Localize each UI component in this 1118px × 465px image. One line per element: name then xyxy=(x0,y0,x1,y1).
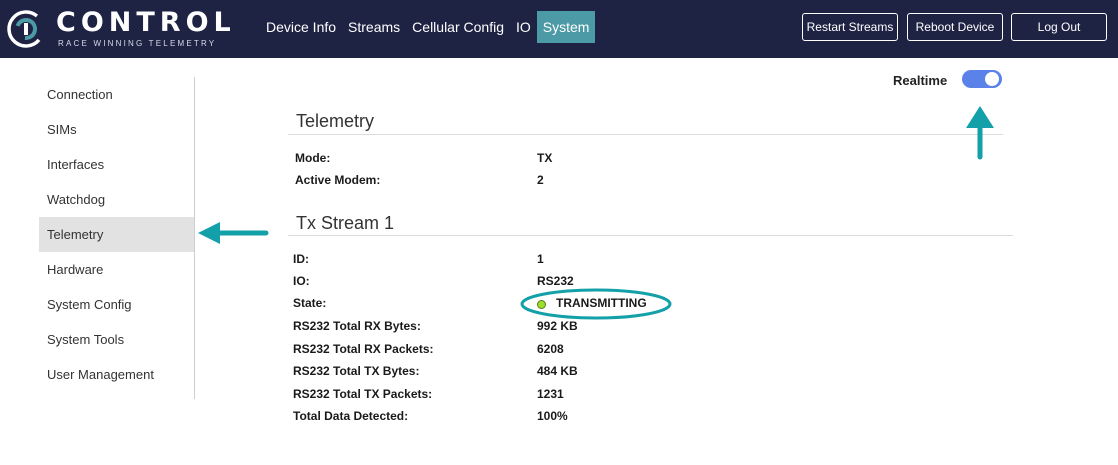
brand-tagline: RACE WINNING TELEMETRY xyxy=(58,39,217,48)
rx-packets-label: RS232 Total RX Packets: xyxy=(293,342,434,356)
mode-value: TX xyxy=(537,151,553,165)
total-data-label: Total Data Detected: xyxy=(293,409,409,423)
nav-system[interactable]: System xyxy=(536,11,596,43)
rx-packets-value: 6208 xyxy=(537,342,564,356)
nav-device-info[interactable]: Device Info xyxy=(260,11,342,43)
nav-io[interactable]: IO xyxy=(510,11,537,43)
mode-label: Mode: xyxy=(295,151,331,165)
active-modem-value: 2 xyxy=(537,173,544,187)
tx-packets-label: RS232 Total TX Packets: xyxy=(293,387,433,401)
log-out-button[interactable]: Log Out xyxy=(1011,13,1107,41)
main-nav: Device Info Streams Cellular Config IO S… xyxy=(260,11,596,43)
arrow-left-icon xyxy=(198,222,269,244)
sidebar-item-system-tools[interactable]: System Tools xyxy=(39,322,194,357)
arrow-up-icon xyxy=(966,106,994,160)
status-dot-icon xyxy=(537,300,546,309)
telemetry-section-title: Telemetry xyxy=(296,111,375,131)
reboot-device-button[interactable]: Reboot Device xyxy=(907,13,1003,41)
top-navbar: CONTROL RACE WINNING TELEMETRY Device In… xyxy=(0,0,1118,58)
tx-stream-section-title: Tx Stream 1 xyxy=(296,213,395,233)
state-label: State: xyxy=(293,296,327,310)
io-label: IO: xyxy=(293,274,310,288)
sidebar-item-system-config[interactable]: System Config xyxy=(39,287,194,322)
tx-stream-divider xyxy=(288,235,1013,236)
sidebar-item-connection[interactable]: Connection xyxy=(39,77,194,112)
sidebar: Connection SIMs Interfaces Watchdog Tele… xyxy=(39,77,195,399)
restart-streams-button[interactable]: Restart Streams xyxy=(802,13,898,41)
brand-name: CONTROL xyxy=(56,7,236,38)
tx-bytes-value: 484 KB xyxy=(537,364,578,378)
sidebar-item-hardware[interactable]: Hardware xyxy=(39,252,194,287)
brand-logo[interactable]: CONTROL RACE WINNING TELEMETRY xyxy=(6,6,231,52)
logo-mark-icon xyxy=(7,10,45,48)
state-value: TRANSMITTING xyxy=(556,296,647,310)
telemetry-divider xyxy=(288,134,1003,135)
total-data-value: 100% xyxy=(537,409,568,423)
realtime-label: Realtime xyxy=(893,73,948,88)
nav-cellular-config[interactable]: Cellular Config xyxy=(406,11,510,43)
toggle-knob xyxy=(985,72,999,86)
sidebar-item-user-management[interactable]: User Management xyxy=(39,357,194,392)
sidebar-item-sims[interactable]: SIMs xyxy=(39,112,194,147)
tx-packets-value: 1231 xyxy=(537,387,564,401)
nav-streams[interactable]: Streams xyxy=(342,11,406,43)
sidebar-item-interfaces[interactable]: Interfaces xyxy=(39,147,194,182)
active-modem-label: Active Modem: xyxy=(295,173,381,187)
id-value: 1 xyxy=(537,252,544,266)
io-value: RS232 xyxy=(537,274,574,288)
realtime-toggle[interactable] xyxy=(962,70,1002,88)
id-label: ID: xyxy=(293,252,309,266)
sidebar-item-telemetry[interactable]: Telemetry xyxy=(39,217,194,252)
sidebar-item-watchdog[interactable]: Watchdog xyxy=(39,182,194,217)
tx-bytes-label: RS232 Total TX Bytes: xyxy=(293,364,420,378)
rx-bytes-value: 992 KB xyxy=(537,319,578,333)
rx-bytes-label: RS232 Total RX Bytes: xyxy=(293,319,421,333)
